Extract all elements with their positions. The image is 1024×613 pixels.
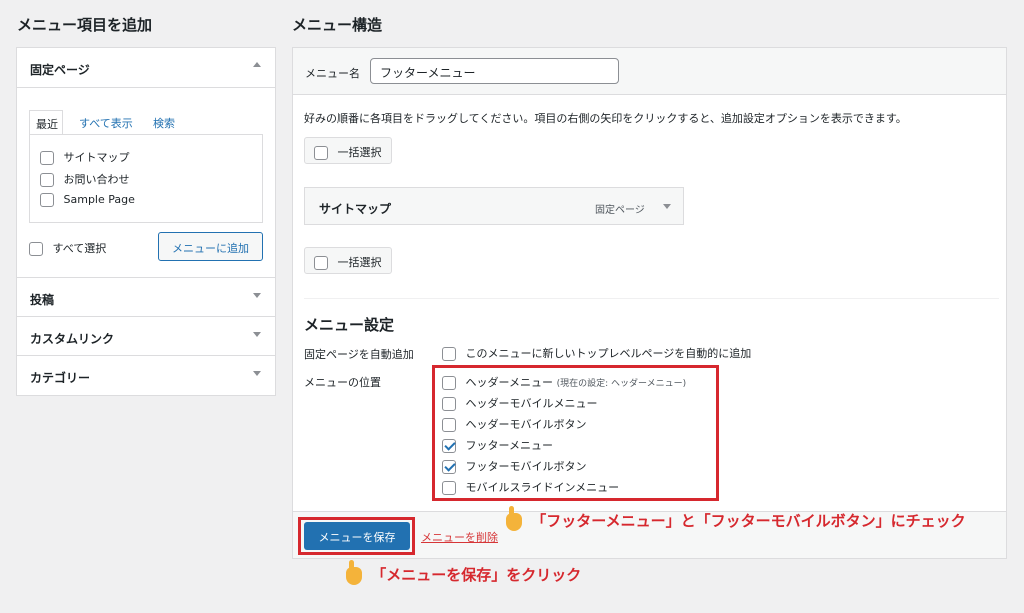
select-all[interactable]: すべて選択 [29, 240, 106, 256]
checkbox[interactable] [40, 193, 54, 207]
expand-down-icon[interactable] [663, 204, 671, 209]
divider [304, 298, 999, 299]
checked-checkbox[interactable] [442, 439, 456, 453]
add-menu-items-panel: 固定ページ 最近 すべて表示 検索 サイトマップ お問い合わせ Sample P… [16, 47, 276, 396]
location-option[interactable]: フッターモバイルボタン [442, 458, 587, 474]
custom-links-section-header[interactable]: カスタムリンク [17, 316, 275, 355]
menu-structure-panel: メニュー名 フッターメニュー 好みの順番に各項目をドラッグしてください。項目の右… [292, 47, 1007, 559]
delete-menu-link[interactable]: メニューを削除 [421, 529, 498, 545]
expand-down-icon [253, 293, 261, 298]
pages-section-header[interactable]: 固定ページ [17, 48, 275, 87]
menu-name-input[interactable]: フッターメニュー [370, 58, 619, 84]
save-annotation-text: 「メニューを保存」をクリック [371, 566, 582, 584]
location-name: フッターモバイルボタン [465, 460, 587, 473]
pointing-hand-icon [506, 505, 522, 531]
checkbox[interactable] [442, 418, 456, 432]
location-option[interactable]: ヘッダーモバイルメニュー [442, 395, 598, 411]
auto-add-label: 固定ページを自動追加 [304, 348, 414, 361]
location-option[interactable]: フッターメニュー [442, 437, 553, 453]
list-item[interactable]: お問い合わせ [40, 171, 130, 187]
instructions-text: 好みの順番に各項目をドラッグしてください。項目の右側の矢印をクリックすると、追加… [304, 112, 907, 125]
auto-add-option[interactable]: このメニューに新しいトップレベルページを自動的に追加 [442, 345, 751, 361]
pages-list: サイトマップ お問い合わせ Sample Page [29, 134, 263, 223]
location-option[interactable]: モバイルスライドインメニュー [442, 479, 619, 495]
page-label: サイトマップ [63, 151, 130, 164]
tab-recent[interactable]: 最近 [29, 110, 63, 135]
save-annotation: 「メニューを保存」をクリック [346, 559, 582, 585]
location-name: ヘッダーメニュー [465, 376, 554, 389]
categories-section-header[interactable]: カテゴリー [17, 355, 275, 394]
menu-name-label: メニュー名 [305, 67, 360, 80]
add-menu-items-title: メニュー項目を追加 [17, 16, 153, 34]
categories-section-label: カテゴリー [30, 371, 91, 385]
tab-search[interactable]: 検索 [153, 115, 175, 131]
checkbox[interactable] [314, 256, 328, 270]
location-name: フッターメニュー [465, 439, 554, 452]
menu-item-sitemap[interactable]: サイトマップ 固定ページ [304, 187, 684, 225]
checkbox[interactable] [40, 151, 54, 165]
location-name: ヘッダーモバイルボタン [465, 418, 587, 431]
menu-name-bar: メニュー名 フッターメニュー [293, 48, 1006, 95]
menu-structure-title: メニュー構造 [292, 16, 383, 34]
posts-section-label: 投稿 [30, 293, 55, 307]
location-name: ヘッダーモバイルメニュー [465, 397, 598, 410]
location-option[interactable]: ヘッダーメニュー (現在の設定: ヘッダーメニュー) [442, 374, 686, 390]
bulk-select-bottom[interactable]: 一括選択 [304, 247, 392, 274]
menu-item-title: サイトマップ [319, 202, 392, 216]
tab-view-all[interactable]: すべて表示 [79, 115, 133, 131]
list-item[interactable]: サイトマップ [40, 149, 130, 165]
bulk-select-label: 一括選択 [337, 256, 382, 269]
save-menu-button[interactable]: メニューを保存 [304, 522, 410, 550]
bulk-select-label: 一括選択 [337, 146, 382, 159]
check-annotation-text: 「フッターメニュー」と「フッターモバイルボタン」にチェック [531, 512, 966, 530]
checkbox[interactable] [314, 146, 328, 160]
list-item[interactable]: Sample Page [40, 193, 135, 207]
expand-down-icon [253, 371, 261, 376]
custom-links-section-label: カスタムリンク [30, 332, 115, 346]
tab-recent-label: 最近 [36, 118, 58, 131]
menu-settings-title: メニュー設定 [304, 316, 395, 334]
location-name: モバイルスライドインメニュー [465, 481, 620, 494]
checkbox[interactable] [442, 347, 456, 361]
add-to-menu-button[interactable]: メニューに追加 [158, 232, 263, 261]
bulk-select-top[interactable]: 一括選択 [304, 137, 392, 164]
auto-add-option-label: このメニューに新しいトップレベルページを自動的に追加 [465, 347, 752, 360]
location-option[interactable]: ヘッダーモバイルボタン [442, 416, 587, 432]
checkbox[interactable] [442, 376, 456, 390]
checkbox[interactable] [40, 173, 54, 187]
menu-location-label: メニューの位置 [304, 376, 381, 389]
location-note: (現在の設定: ヘッダーメニュー) [556, 379, 687, 389]
page-label: Sample Page [63, 193, 135, 206]
page-label: お問い合わせ [63, 173, 130, 186]
checked-checkbox[interactable] [442, 460, 456, 474]
collapse-up-icon [253, 62, 261, 67]
check-annotation: 「フッターメニュー」と「フッターモバイルボタン」にチェック [506, 505, 966, 531]
divider [17, 87, 275, 88]
posts-section-header[interactable]: 投稿 [17, 277, 275, 316]
pages-section-label: 固定ページ [30, 63, 90, 77]
checkbox[interactable] [442, 397, 456, 411]
select-all-label: すべて選択 [52, 242, 107, 255]
checkbox[interactable] [442, 481, 456, 495]
select-all-checkbox[interactable] [29, 242, 43, 256]
pointing-hand-icon [346, 559, 362, 585]
expand-down-icon [253, 332, 261, 337]
menu-item-type: 固定ページ [595, 205, 645, 216]
